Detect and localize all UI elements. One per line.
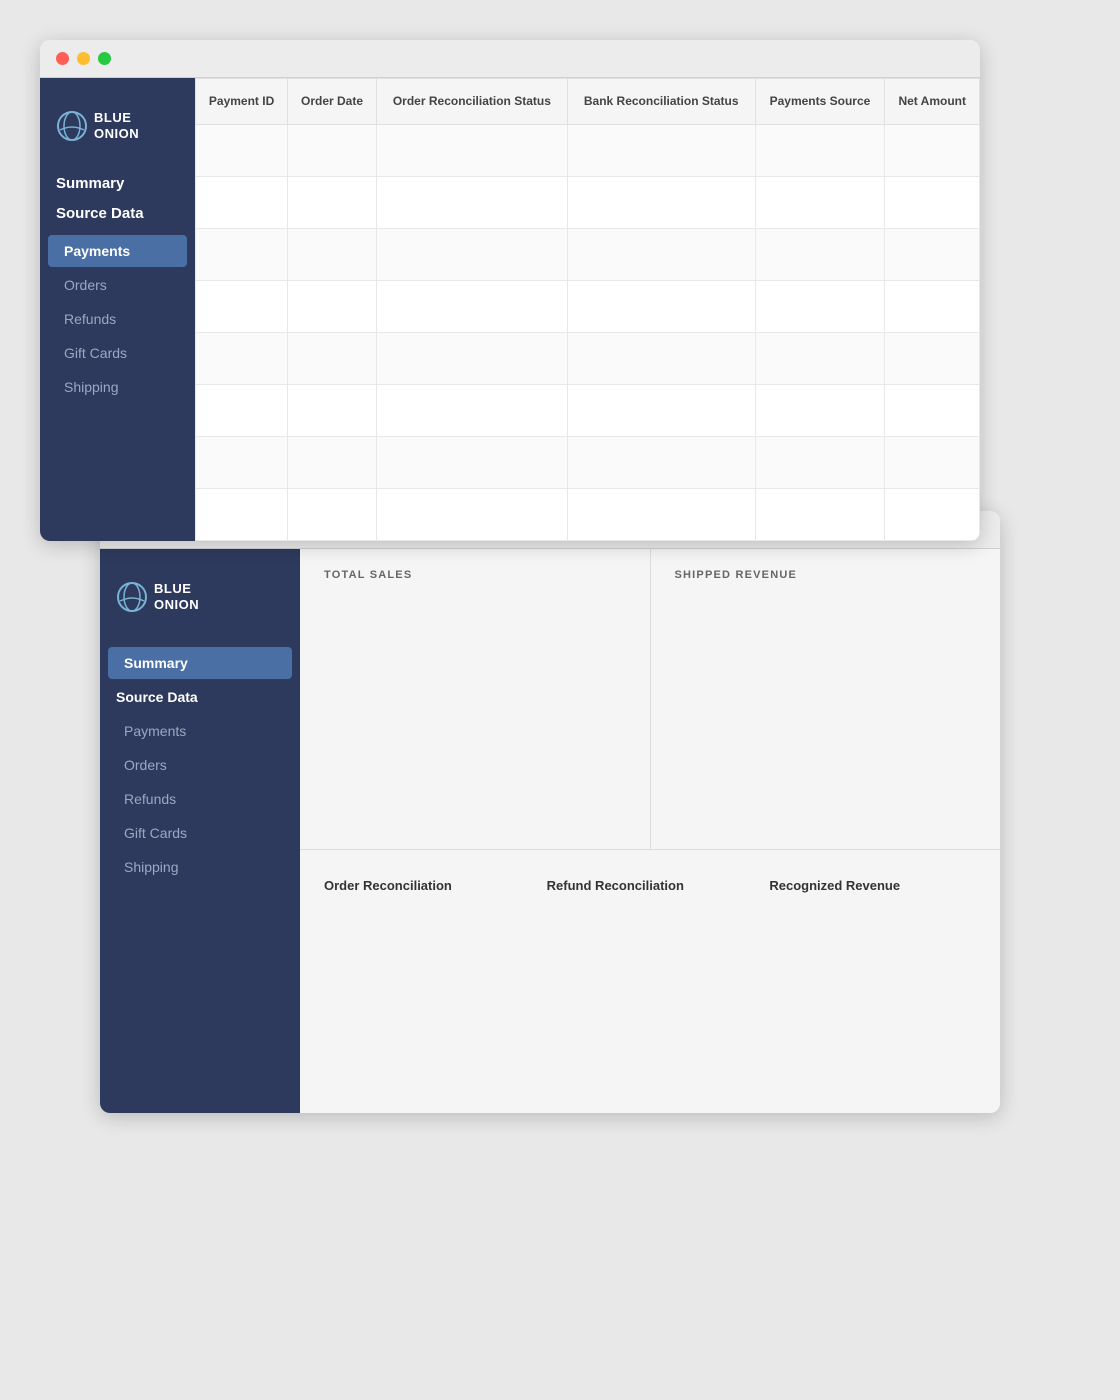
summary-main: TOTAL SALES SHIPPED REVENUE Order Reconc… — [300, 549, 1000, 1113]
logo-area-2: BLUE ONION — [100, 565, 300, 637]
sidebar-item-orders[interactable]: Orders — [48, 269, 187, 301]
order-reconciliation-label: Order Reconciliation — [324, 878, 515, 893]
sidebar-item-giftcards[interactable]: Gift Cards — [48, 337, 187, 369]
shipped-revenue-panel: SHIPPED REVENUE — [650, 549, 1001, 849]
shipped-revenue-label: SHIPPED REVENUE — [675, 569, 977, 581]
table-row[interactable] — [196, 124, 980, 176]
logo-text-2: BLUE ONION — [154, 581, 199, 612]
col-payment-id[interactable]: Payment ID — [196, 79, 288, 125]
col-payments-source[interactable]: Payments Source — [755, 79, 885, 125]
table-row[interactable] — [196, 332, 980, 384]
table-row[interactable] — [196, 176, 980, 228]
payments-table: Payment ID Order Date Order Reconciliati… — [195, 78, 980, 541]
table-row[interactable] — [196, 436, 980, 488]
summary-bottom-sections: Order Reconciliation Refund Reconciliati… — [300, 850, 1000, 933]
table-row[interactable] — [196, 280, 980, 332]
total-sales-label: TOTAL SALES — [324, 569, 626, 581]
sidebar-item-refunds-2[interactable]: Refunds — [108, 783, 292, 815]
col-bank-recon[interactable]: Bank Reconciliation Status — [567, 79, 755, 125]
summary-spacer — [300, 933, 1000, 1113]
table-row[interactable] — [196, 228, 980, 280]
sidebar-sourcedata-bold[interactable]: Source Data — [100, 681, 300, 713]
sidebar-item-giftcards-2[interactable]: Gift Cards — [108, 817, 292, 849]
summary-window: BLUE ONION Summary Source Data Payments … — [100, 511, 1000, 1113]
total-sales-panel: TOTAL SALES — [300, 549, 650, 849]
sidebar-nav-1: Payments Orders Refunds Gift Cards Shipp… — [40, 233, 195, 405]
sidebar-item-shipping[interactable]: Shipping — [48, 371, 187, 403]
refund-reconciliation-label: Refund Reconciliation — [547, 878, 738, 893]
payments-window: BLUE ONION Summary Source Data Payments … — [40, 40, 980, 541]
col-order-date[interactable]: Order Date — [288, 79, 377, 125]
sidebar-item-payments-2[interactable]: Payments — [108, 715, 292, 747]
sidebar-item-shipping-2[interactable]: Shipping — [108, 851, 292, 883]
logo-area-1: BLUE ONION — [40, 94, 195, 166]
sidebar-1: BLUE ONION Summary Source Data Payments … — [40, 78, 195, 541]
sidebar-item-orders-2[interactable]: Orders — [108, 749, 292, 781]
sidebar-item-refunds[interactable]: Refunds — [48, 303, 187, 335]
recognized-revenue-section: Recognized Revenue — [753, 870, 976, 913]
refund-reconciliation-section: Refund Reconciliation — [531, 870, 754, 913]
payments-table-area: Payment ID Order Date Order Reconciliati… — [195, 78, 980, 541]
table-row[interactable] — [196, 384, 980, 436]
order-reconciliation-section: Order Reconciliation — [324, 870, 531, 913]
sidebar-item-summary[interactable]: Summary — [108, 647, 292, 679]
col-net-amount[interactable]: Net Amount — [885, 79, 980, 125]
sidebar-summary-label[interactable]: Summary — [40, 166, 195, 196]
maximize-button[interactable] — [98, 52, 111, 65]
sidebar-nav-2: Summary Source Data Payments Orders Refu… — [100, 645, 300, 885]
sidebar-item-payments[interactable]: Payments — [48, 235, 187, 267]
sidebar-2: BLUE ONION Summary Source Data Payments … — [100, 549, 300, 1113]
col-order-recon[interactable]: Order Reconciliation Status — [376, 79, 567, 125]
table-row[interactable] — [196, 488, 980, 540]
logo-icon-2 — [116, 581, 148, 613]
logo-text-1: BLUE ONION — [94, 110, 139, 141]
recognized-revenue-label: Recognized Revenue — [769, 878, 960, 893]
logo-icon-1 — [56, 110, 88, 142]
minimize-button[interactable] — [77, 52, 90, 65]
summary-top-panels: TOTAL SALES SHIPPED REVENUE — [300, 549, 1000, 850]
close-button[interactable] — [56, 52, 69, 65]
sidebar-sourcedata-label[interactable]: Source Data — [40, 196, 195, 226]
titlebar-1 — [40, 40, 980, 78]
